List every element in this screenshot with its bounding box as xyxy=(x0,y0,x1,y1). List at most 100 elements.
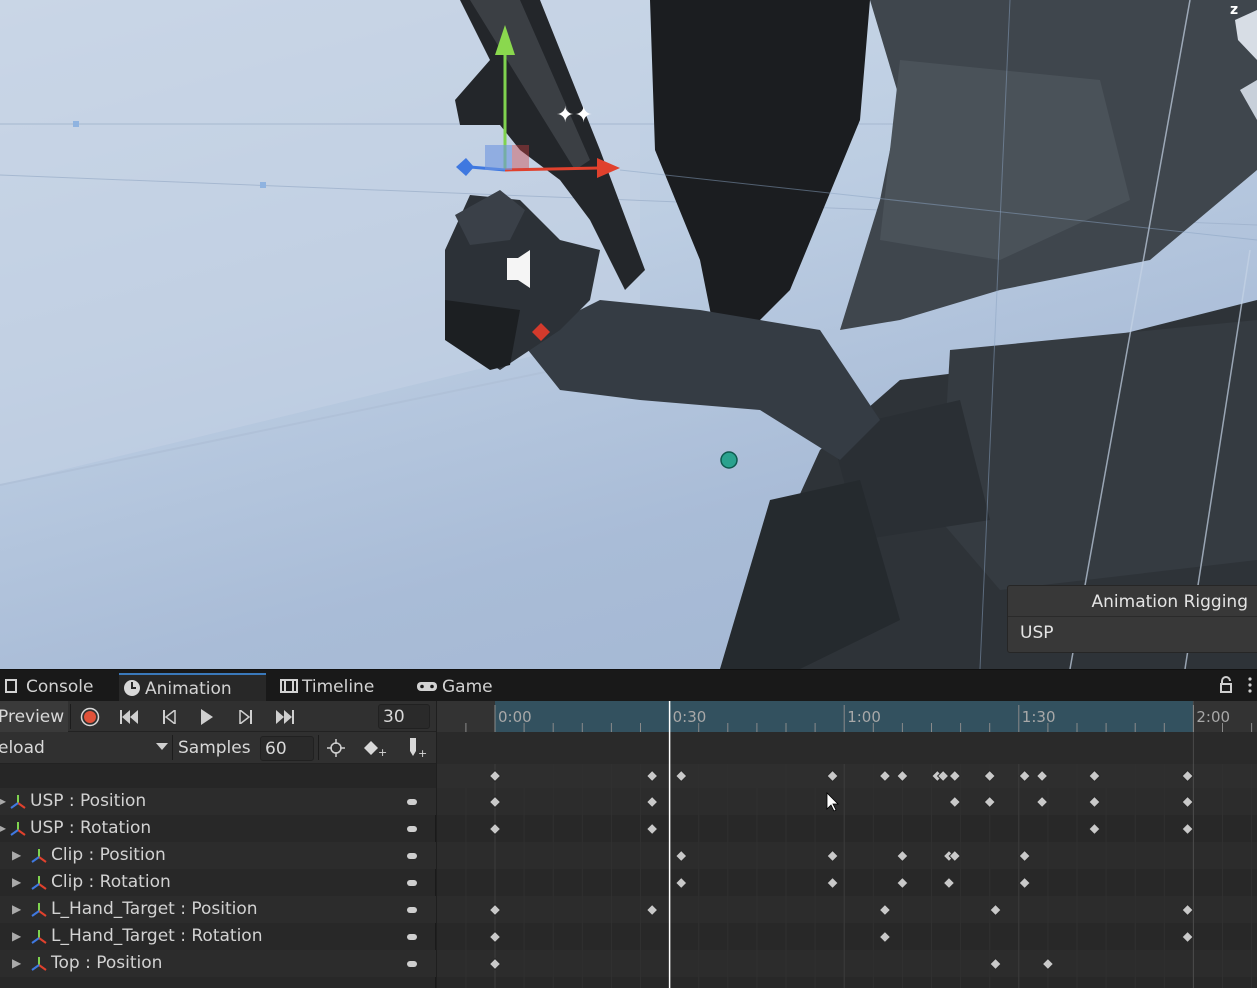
add-event-icon: + xyxy=(410,738,427,758)
samples-label: Samples xyxy=(178,738,251,758)
expand-arrow-icon[interactable]: ▸ xyxy=(0,788,6,815)
expand-arrow-icon[interactable]: ▶ xyxy=(12,869,21,896)
samples-value: 60 xyxy=(265,739,287,759)
filter-by-selection-button[interactable] xyxy=(324,736,348,760)
add-keyframe-icon: + xyxy=(364,741,387,757)
samples-field[interactable]: 60 xyxy=(260,736,314,761)
transform-icon xyxy=(31,849,47,863)
property-options-icon[interactable] xyxy=(407,799,417,805)
dopesheet-canvas[interactable]: 0:00 0:30 1:00 1:30 2:00 xyxy=(437,701,1257,988)
property-row-l-hand-target-position[interactable]: ▶ L_Hand_Target : Position xyxy=(0,896,436,923)
expand-arrow-icon[interactable]: ▶ xyxy=(12,896,21,923)
step-back-icon xyxy=(163,709,176,724)
track-row xyxy=(437,815,1257,842)
add-keyframe-button[interactable]: + xyxy=(362,736,388,760)
property-label: Top : Position xyxy=(51,953,163,973)
animation-rigging-overlay: Animation Rigging USP xyxy=(1007,585,1257,653)
track-rows xyxy=(437,788,1257,988)
clip-name: eload xyxy=(0,737,45,758)
transform-icon xyxy=(31,930,47,944)
property-options-icon[interactable] xyxy=(407,961,417,967)
clip-dropdown[interactable]: eload xyxy=(0,735,170,760)
tab-game-label: Game xyxy=(442,677,493,697)
play-button[interactable] xyxy=(193,704,221,729)
last-key-button[interactable] xyxy=(270,704,300,729)
previous-key-button[interactable] xyxy=(155,704,183,729)
ruler-tick-label: 1:30 xyxy=(1022,708,1056,726)
record-button[interactable] xyxy=(76,704,104,729)
expand-arrow-icon[interactable]: ▶ xyxy=(12,950,21,977)
scene-render: ✦✦ z xyxy=(0,0,1257,669)
property-label: USP : Position xyxy=(30,791,147,811)
tab-timeline-label: Timeline xyxy=(302,677,375,697)
current-frame-field[interactable]: 30 xyxy=(378,704,430,729)
property-label: L_Hand_Target : Rotation xyxy=(51,926,263,946)
overlay-item-usp[interactable]: USP xyxy=(1020,623,1054,643)
next-key-button[interactable] xyxy=(232,704,260,729)
dopesheet[interactable]: 0:00 0:30 1:00 1:30 2:00 xyxy=(437,701,1257,988)
overlay-divider xyxy=(1008,616,1257,617)
clip-toolbar: eload Samples 60 + + xyxy=(0,732,436,764)
chevron-down-icon xyxy=(156,743,168,750)
toolbar-divider xyxy=(318,735,319,760)
property-row-usp-rotation[interactable]: ▸ USP : Rotation xyxy=(0,815,436,842)
gizmo-z-label: z xyxy=(1230,2,1238,18)
tab-console[interactable]: Console xyxy=(0,673,118,702)
more-menu-icon[interactable] xyxy=(1246,676,1254,694)
ruler-tick-label: 0:00 xyxy=(498,708,532,726)
expand-arrow-icon[interactable]: ▶ xyxy=(12,923,21,950)
clock-icon xyxy=(124,680,140,696)
animation-properties-panel: Preview 30 eload Samples 60 + + ▸ USP: … xyxy=(0,701,436,988)
tab-console-label: Console xyxy=(26,677,94,697)
property-options-icon[interactable] xyxy=(407,907,417,913)
transform-icon xyxy=(10,795,26,809)
skip-to-start-icon xyxy=(120,709,138,724)
record-icon xyxy=(80,707,100,726)
property-options-icon[interactable] xyxy=(407,853,417,859)
track-row xyxy=(437,923,1257,950)
property-label: L_Hand_Target : Position xyxy=(51,899,258,919)
track-row xyxy=(437,842,1257,869)
track-row xyxy=(437,788,1257,815)
property-row-clip-position[interactable]: ▶ Clip : Position xyxy=(0,842,436,869)
play-icon xyxy=(201,708,213,725)
property-row-clip-rotation[interactable]: ▶ Clip : Rotation xyxy=(0,869,436,896)
property-row-top-position[interactable]: ▶ Top : Position xyxy=(0,950,436,977)
add-event-button[interactable]: + xyxy=(402,736,428,760)
tab-animation[interactable]: Animation xyxy=(119,673,266,702)
expand-arrow-icon[interactable]: ▸ xyxy=(0,815,6,842)
track-row xyxy=(437,977,1257,988)
ruler-tick-label: 2:00 xyxy=(1196,708,1230,726)
property-row-l-hand-target-rotation[interactable]: ▶ L_Hand_Target : Rotation xyxy=(0,923,436,950)
ruler-tick-label: 1:00 xyxy=(847,708,881,726)
property-options-icon[interactable] xyxy=(407,880,417,886)
summary-row xyxy=(0,764,436,788)
first-key-button[interactable] xyxy=(114,704,144,729)
property-label: Clip : Position xyxy=(51,845,166,865)
tab-timeline[interactable]: Timeline xyxy=(276,673,406,702)
events-track[interactable] xyxy=(437,732,1257,764)
ruler-tick-label: 0:30 xyxy=(673,708,707,726)
transform-icon xyxy=(31,876,47,890)
console-icon xyxy=(5,679,17,693)
gamepad-icon xyxy=(417,682,437,691)
svg-text:+: + xyxy=(378,746,387,757)
track-row xyxy=(437,950,1257,977)
crosshair-icon xyxy=(327,739,345,757)
tab-animation-label: Animation xyxy=(145,679,232,699)
property-options-icon[interactable] xyxy=(407,826,417,832)
lock-icon[interactable] xyxy=(1219,676,1233,694)
toolbar-divider xyxy=(70,704,71,729)
property-options-icon[interactable] xyxy=(407,934,417,940)
playback-toolbar: Preview 30 xyxy=(0,701,436,732)
film-icon xyxy=(280,679,298,693)
expand-arrow-icon[interactable]: ▶ xyxy=(12,842,21,869)
tab-game[interactable]: Game xyxy=(412,673,512,702)
skip-to-end-icon xyxy=(276,709,294,724)
preview-button[interactable]: Preview xyxy=(0,701,68,732)
step-forward-icon xyxy=(239,709,252,724)
svg-text:✦✦: ✦✦ xyxy=(556,103,593,128)
property-row-usp-position[interactable]: ▸ USP : Position xyxy=(0,788,436,815)
transform-icon xyxy=(31,957,47,971)
scene-view[interactable]: ✦✦ z Animation Rigging USP xyxy=(0,0,1257,669)
